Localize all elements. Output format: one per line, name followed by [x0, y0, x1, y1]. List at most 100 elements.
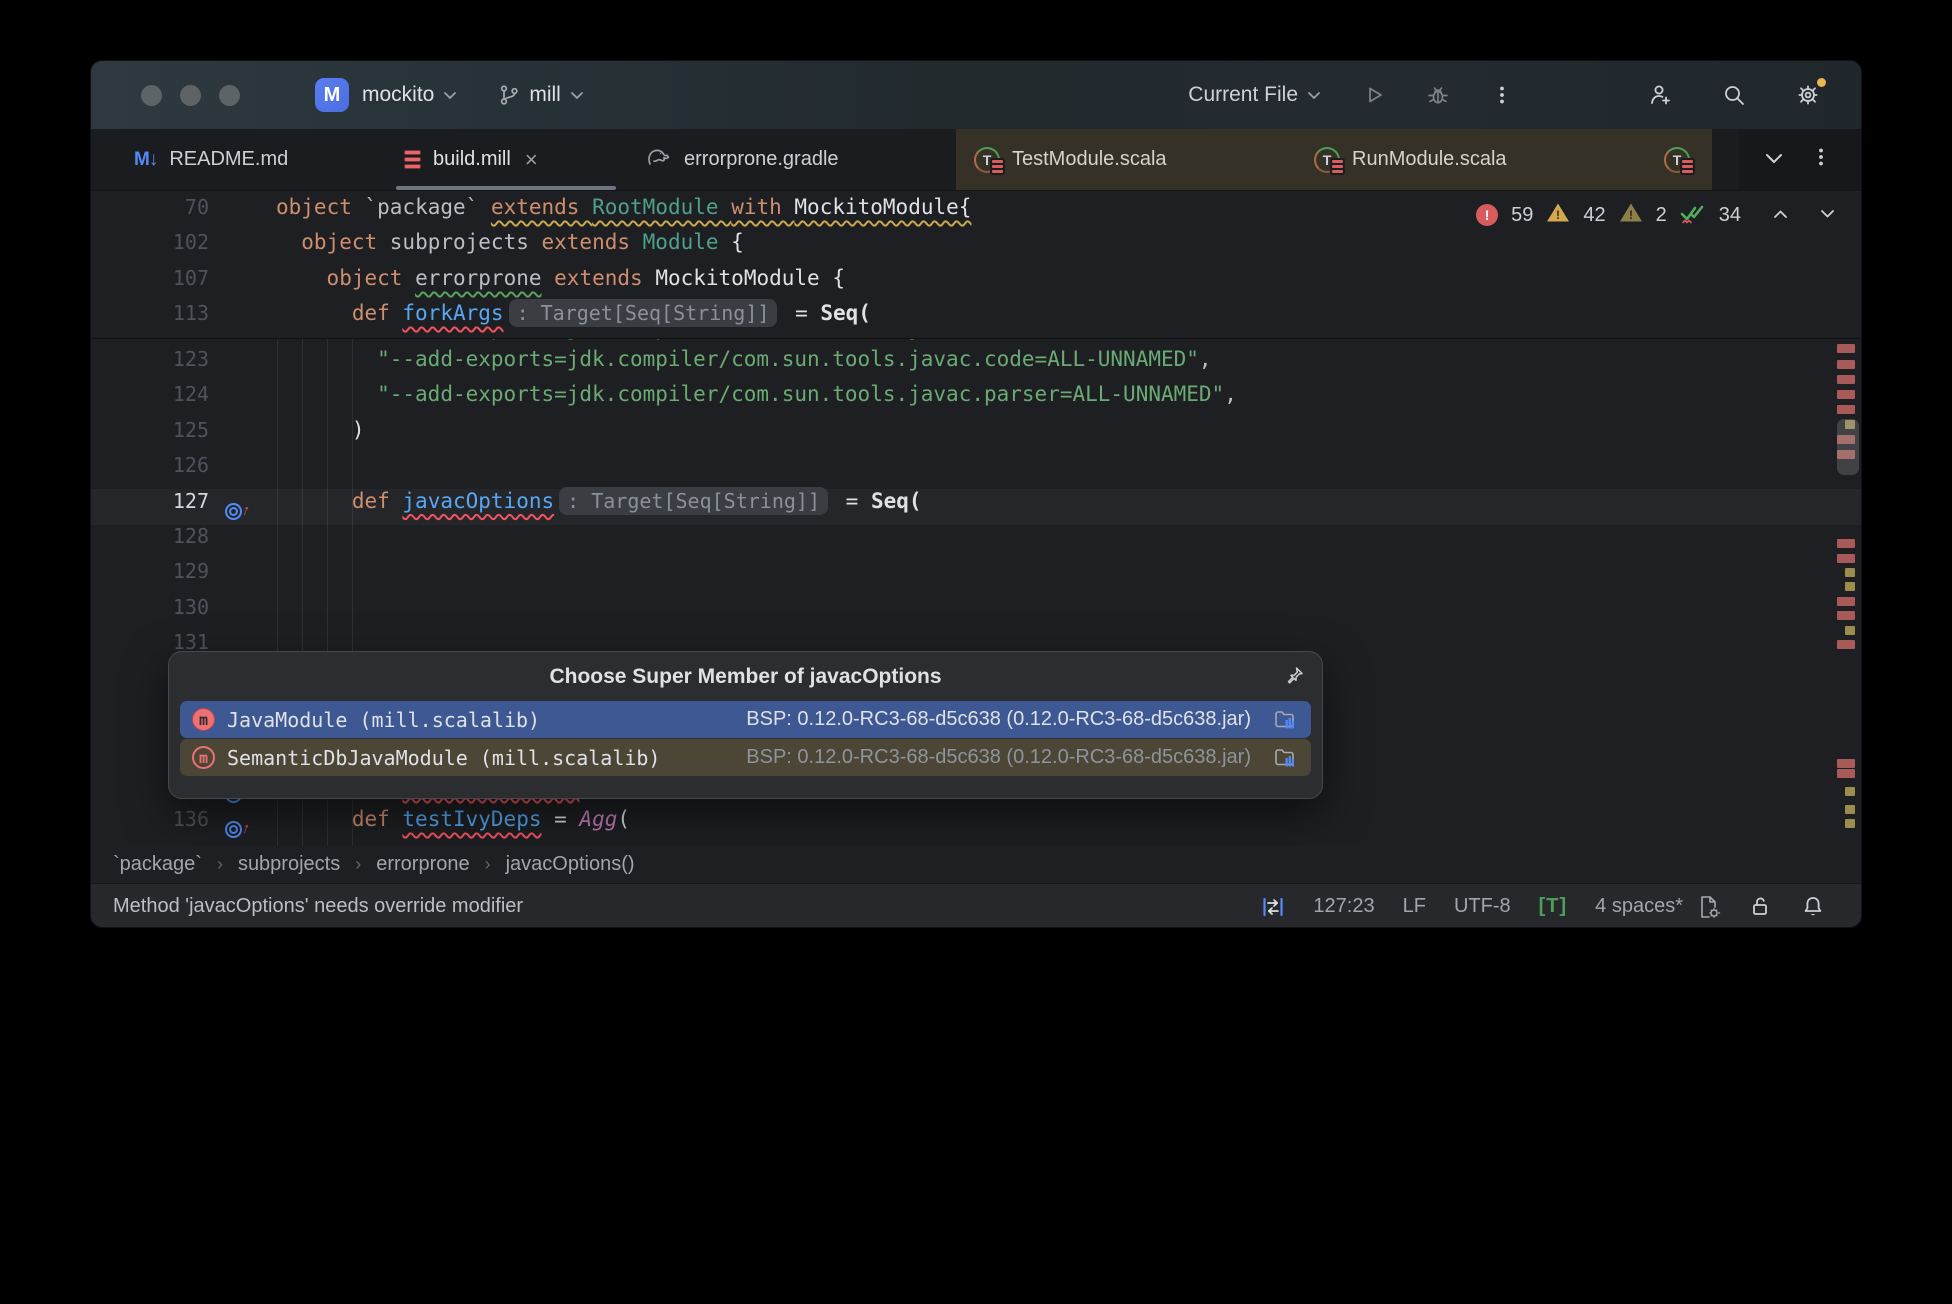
popup-title: Choose Super Member of javacOptions	[169, 652, 1322, 701]
code-line-107[interactable]: 107object errorprone extends MockitoModu…	[91, 266, 1861, 302]
editor-tab-bar: M↓README.mdbuild.mill× errorprone.gradle T…	[91, 129, 1861, 191]
error-stripe-mark[interactable]	[1837, 759, 1855, 768]
breadcrumb: `package`›subprojects›errorprone›javacOp…	[91, 846, 1861, 883]
notifications-bell-icon[interactable]	[1801, 894, 1825, 920]
tab-label: errorprone.gradle	[684, 148, 839, 171]
more-actions-button[interactable]	[1483, 76, 1521, 114]
scrollbar-thumb[interactable]	[1837, 419, 1859, 475]
code-line-129[interactable]: 129	[91, 559, 1861, 595]
breadcrumb-separator: ›	[217, 854, 223, 875]
code-text: def testIvyDeps = Agg(	[91, 807, 1861, 831]
line-number: 127	[91, 489, 209, 513]
svg-text:!: !	[1629, 208, 1633, 222]
code-style-settings-icon[interactable]	[1697, 894, 1721, 920]
run-configuration-selector[interactable]: Current File	[1188, 83, 1321, 107]
mill-trait-icon: m	[192, 708, 215, 731]
error-stripe-mark[interactable]	[1837, 360, 1855, 369]
tab-options-button[interactable]	[1809, 145, 1833, 174]
indent-style-widget[interactable]: 4 spaces*	[1595, 895, 1683, 918]
debug-button[interactable]	[1419, 76, 1457, 114]
code-line-124[interactable]: 124"--add-exports=jdk.compiler/com.sun.t…	[91, 382, 1861, 418]
error-stripe-mark[interactable]	[1837, 375, 1855, 384]
error-stripe-mark[interactable]	[1837, 390, 1855, 399]
scala-test-class-icon: T	[1664, 147, 1690, 173]
line-number: 102	[91, 230, 209, 254]
breadcrumb-item[interactable]: javacOptions()	[506, 853, 635, 876]
close-tab-icon[interactable]: ×	[525, 149, 538, 171]
code-editor[interactable]: "--add-exports=jdk.compiler/com.sun.tool…	[91, 191, 1861, 846]
code-line-123[interactable]: 123"--add-exports=jdk.compiler/com.sun.t…	[91, 347, 1861, 383]
error-stripe-mark[interactable]	[1837, 554, 1855, 563]
warning-stripe-mark[interactable]	[1845, 582, 1855, 591]
code-line-126[interactable]: 126	[91, 453, 1861, 489]
warning-stripe-mark[interactable]	[1845, 819, 1855, 828]
code-line-136[interactable]: 136def testIvyDeps = Agg(	[91, 807, 1861, 843]
choose-super-member-popup: Choose Super Member of javacOptions mJav…	[168, 651, 1323, 799]
error-stripe-mark[interactable]	[1837, 769, 1855, 778]
search-everywhere-button[interactable]	[1715, 76, 1753, 114]
code-line-128[interactable]: 128	[91, 524, 1861, 560]
highlighting-level-widget[interactable]: [T]	[1539, 895, 1568, 918]
super-member-option[interactable]: mSemanticDbJavaModule (mill.scalalib)BSP…	[180, 739, 1311, 776]
maximize-window-button[interactable]	[219, 85, 240, 106]
code-line-127[interactable]: 127def javacOptions: Target[Seq[String]]…	[91, 489, 1861, 525]
line-number: 113	[91, 301, 209, 325]
status-bar: Method 'javacOptions' needs override mod…	[91, 883, 1861, 928]
close-window-button[interactable]	[141, 85, 162, 106]
warning-stripe-mark[interactable]	[1845, 626, 1855, 635]
code-text: "--add-exports=jdk.compiler/com.sun.tool…	[91, 382, 1861, 406]
error-stripe-mark[interactable]	[1837, 597, 1855, 606]
tab-build.mill[interactable]: build.mill×	[386, 129, 626, 190]
run-button[interactable]	[1355, 76, 1393, 114]
code-line-125[interactable]: 125)	[91, 418, 1861, 454]
run-configuration-label: Current File	[1188, 83, 1298, 107]
vcs-branch-selector[interactable]: mill	[495, 76, 584, 114]
code-with-me-button[interactable]	[1641, 76, 1679, 114]
tab-TestModule.scala[interactable]: TTestModule.scala	[956, 129, 1296, 190]
code-line-102[interactable]: 102object subprojects extends Module {	[91, 230, 1861, 266]
column-mode-icon[interactable]	[1261, 896, 1285, 918]
error-stripe-mark[interactable]	[1837, 611, 1855, 620]
project-selector[interactable]: mockito	[349, 83, 457, 107]
markdown-icon: M↓	[134, 149, 157, 171]
error-stripe-mark[interactable]	[1837, 539, 1855, 548]
warning-stripe-mark[interactable]	[1845, 568, 1855, 577]
error-stripe-mark[interactable]	[1837, 640, 1855, 649]
line-separator-widget[interactable]: LF	[1403, 895, 1426, 918]
minimize-window-button[interactable]	[180, 85, 201, 106]
mill-file-icon	[404, 150, 421, 169]
breadcrumb-item[interactable]: subprojects	[238, 853, 340, 876]
lock-icon[interactable]	[1749, 894, 1773, 920]
code-line-113[interactable]: 113def forkArgs: Target[Seq[String]] = S…	[91, 301, 1861, 337]
warning-count: 42	[1583, 204, 1605, 227]
line-number: 124	[91, 382, 209, 406]
tab-RunModule.scala[interactable]: TRunModule.scala	[1296, 129, 1646, 190]
settings-button[interactable]	[1789, 76, 1827, 114]
super-member-option[interactable]: mJavaModule (mill.scalalib)BSP: 0.12.0-R…	[180, 701, 1311, 738]
breadcrumb-separator: ›	[485, 854, 491, 875]
tab-more[interactable]: T	[1646, 129, 1712, 190]
passed-count: 34	[1719, 204, 1741, 227]
breadcrumb-item[interactable]: errorprone	[376, 853, 469, 876]
branch-icon	[495, 76, 523, 114]
next-problem-button[interactable]	[1820, 206, 1835, 224]
encoding-widget[interactable]: UTF-8	[1454, 895, 1511, 918]
clipped-code-line: "--add-exports=jdk.compiler/com.sun.tool…	[91, 339, 1861, 350]
warning-stripe-mark[interactable]	[1845, 787, 1855, 796]
previous-problem-button[interactable]	[1773, 206, 1788, 224]
tab-README.md[interactable]: M↓README.md	[116, 129, 386, 190]
weak-warning-count: 2	[1656, 204, 1667, 227]
project-name: mockito	[362, 83, 434, 107]
tab-errorprone.gradle[interactable]: errorprone.gradle	[626, 129, 956, 190]
caret-position-widget[interactable]: 127:23	[1313, 895, 1374, 918]
show-hidden-tabs-button[interactable]	[1765, 151, 1783, 169]
breadcrumb-item[interactable]: `package`	[113, 853, 202, 876]
override-gutter-icon[interactable]	[225, 816, 242, 846]
pin-icon[interactable]	[1283, 665, 1305, 692]
error-stripe-mark[interactable]	[1837, 405, 1855, 414]
warning-stripe-mark[interactable]	[1845, 805, 1855, 814]
passed-check-icon	[1680, 201, 1706, 230]
code-line-130[interactable]: 130	[91, 595, 1861, 631]
inspections-widget[interactable]: ! 59 ! 42 ! 2 34	[1476, 199, 1835, 231]
scala-test-class-icon: T	[1314, 147, 1340, 173]
